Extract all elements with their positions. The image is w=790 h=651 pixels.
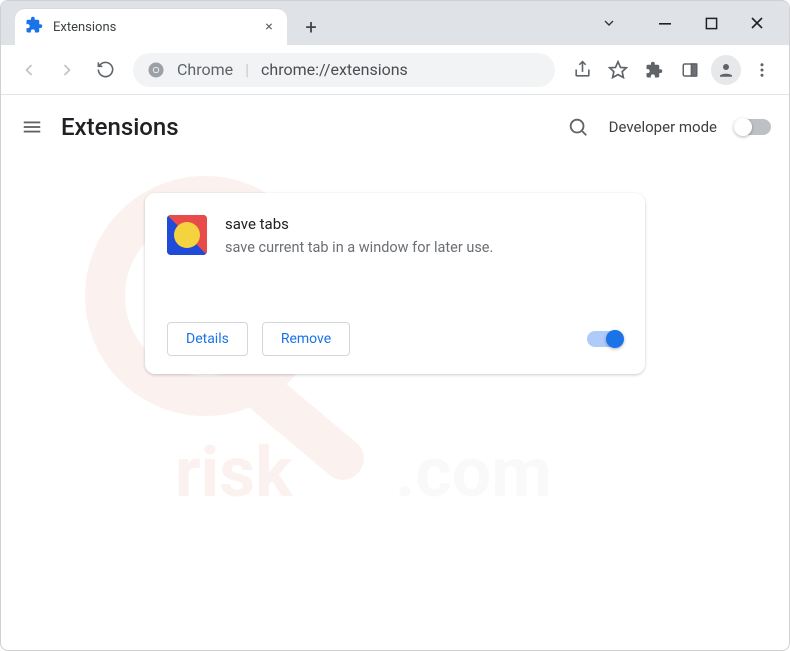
extension-puzzle-icon (25, 16, 43, 38)
profile-button[interactable] (711, 55, 741, 85)
omnibox-divider: | (245, 60, 249, 79)
svg-text:risk: risk (175, 432, 294, 514)
details-button[interactable]: Details (167, 322, 248, 356)
browser-tab[interactable]: Extensions × (15, 9, 287, 45)
address-bar[interactable]: Chrome | chrome://extensions (133, 53, 555, 87)
extension-enable-toggle[interactable] (587, 331, 623, 347)
remove-button[interactable]: Remove (262, 322, 350, 356)
new-tab-button[interactable]: + (297, 13, 325, 41)
reload-button[interactable] (89, 54, 121, 86)
extension-card: save tabs save current tab in a window f… (145, 193, 645, 374)
extension-icon (167, 215, 207, 255)
tab-search-button[interactable] (597, 11, 621, 35)
extensions-button[interactable] (639, 55, 669, 85)
more-menu-button[interactable] (747, 55, 777, 85)
window-close-button[interactable] (745, 11, 769, 35)
extension-description: save current tab in a window for later u… (225, 239, 493, 256)
extensions-grid: save tabs save current tab in a window f… (1, 159, 789, 374)
details-button-label: Details (186, 331, 229, 347)
page-header: Extensions Developer mode (1, 95, 789, 159)
developer-mode-toggle[interactable] (735, 119, 771, 135)
tab-bar: Extensions × + (1, 1, 789, 45)
bookmark-button[interactable] (603, 55, 633, 85)
extension-name: save tabs (225, 215, 493, 233)
page-title: Extensions (61, 113, 179, 141)
svg-text:.com: .com (395, 432, 552, 514)
back-button[interactable] (13, 54, 45, 86)
browser-toolbar: Chrome | chrome://extensions (1, 45, 789, 95)
tab-close-button[interactable]: × (261, 19, 277, 35)
window-maximize-button[interactable] (699, 11, 723, 35)
omnibox-url: chrome://extensions (261, 60, 408, 79)
sidepanel-button[interactable] (675, 55, 705, 85)
developer-mode-label: Developer mode (609, 118, 717, 136)
chrome-logo-icon (147, 61, 165, 79)
omnibox-scheme-label: Chrome (177, 60, 233, 79)
share-button[interactable] (567, 55, 597, 85)
search-extensions-button[interactable] (565, 114, 591, 140)
close-icon: × (265, 19, 272, 35)
main-menu-button[interactable] (19, 114, 45, 140)
remove-button-label: Remove (281, 331, 331, 347)
window-controls (581, 7, 785, 39)
plus-icon: + (305, 15, 316, 39)
tab-title: Extensions (53, 20, 251, 35)
window-minimize-button[interactable] (653, 11, 677, 35)
forward-button[interactable] (51, 54, 83, 86)
